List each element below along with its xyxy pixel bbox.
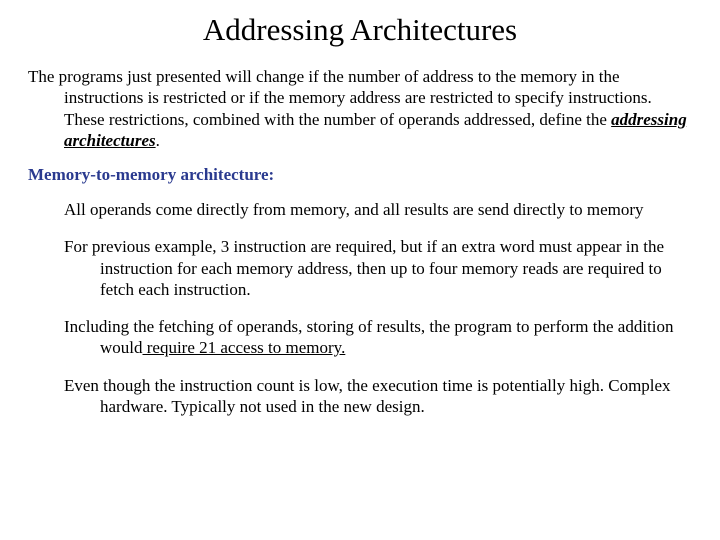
paragraph-4: Even though the instruction count is low… — [100, 375, 692, 418]
paragraph-3: Including the fetching of operands, stor… — [100, 316, 692, 359]
section-heading: Memory-to-memory architecture: — [28, 165, 692, 185]
paragraph-2: For previous example, 3 instruction are … — [100, 236, 692, 300]
intro-paragraph: The programs just presented will change … — [64, 66, 692, 151]
intro-text-b: . — [156, 131, 160, 150]
intro-text-a: The programs just presented will change … — [28, 67, 652, 129]
paragraph-1: All operands come directly from memory, … — [100, 199, 692, 220]
slide-title: Addressing Architectures — [28, 12, 692, 48]
paragraph-3-underline: require 21 access to memory. — [143, 338, 346, 357]
slide: Addressing Architectures The programs ju… — [0, 0, 720, 417]
